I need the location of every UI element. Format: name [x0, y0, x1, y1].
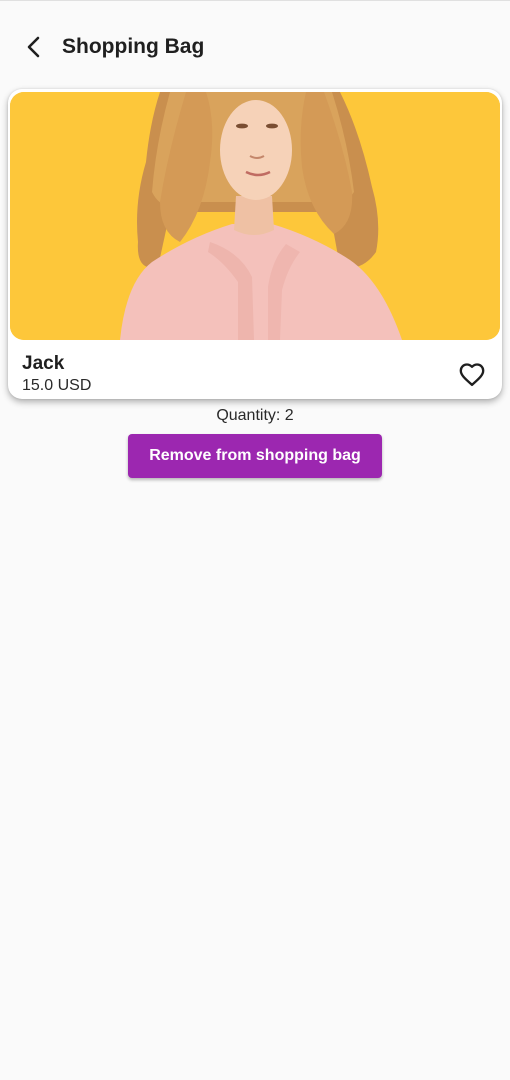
chevron-left-icon	[27, 36, 40, 58]
app-bar: Shopping Bag	[0, 1, 510, 95]
remove-from-bag-button[interactable]: Remove from shopping bag	[128, 434, 382, 478]
favorite-button[interactable]	[455, 358, 489, 392]
heart-outline-icon	[459, 363, 485, 387]
back-button[interactable]	[14, 27, 54, 67]
product-name: Jack	[22, 353, 65, 374]
quantity-label: Quantity: 2	[216, 407, 294, 424]
page-title: Shopping Bag	[62, 35, 205, 58]
product-card[interactable]: Jack 15.0 USD	[8, 89, 502, 399]
product-image	[10, 92, 500, 340]
product-price: 15.0 USD	[22, 377, 92, 394]
